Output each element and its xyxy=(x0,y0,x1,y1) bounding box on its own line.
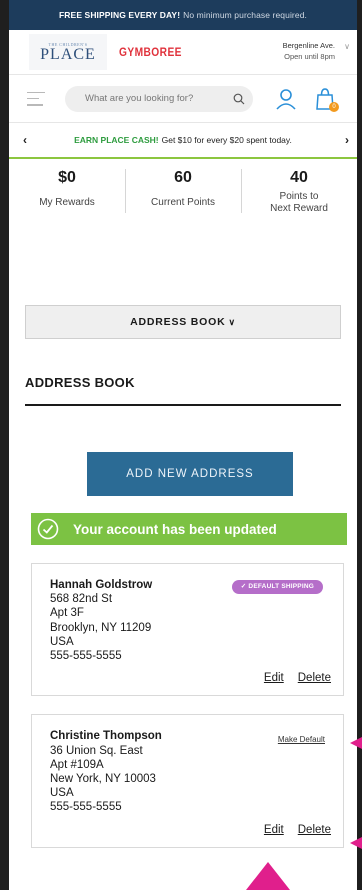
add-new-address-button[interactable]: ADD NEW ADDRESS xyxy=(87,452,293,496)
address-card: ✓ DEFAULT SHIPPING Hannah Goldstrow 568 … xyxy=(31,563,344,697)
stat-label: Points to Next Reward xyxy=(241,191,357,215)
address-city: Brooklyn, NY 11209 xyxy=(50,621,152,634)
address-country: USA xyxy=(50,787,74,800)
stat-my-rewards: $0 My Rewards xyxy=(9,161,125,229)
address-actions: Edit Delete xyxy=(50,823,331,837)
promo-text: No minimum purchase required. xyxy=(183,10,307,20)
search-input[interactable] xyxy=(85,93,225,104)
annotation-arrow-up-icon xyxy=(246,862,290,890)
hamburger-menu-icon[interactable] xyxy=(27,91,45,106)
rewards-stats: $0 My Rewards 60 Current Points 40 Point… xyxy=(9,161,357,229)
cart-count-badge: 0 xyxy=(329,101,339,112)
page-title: ADDRESS BOOK xyxy=(25,375,341,406)
stat-value: $0 xyxy=(58,169,76,186)
address-country: USA xyxy=(50,635,74,648)
chevron-down-icon: ∨ xyxy=(228,316,236,327)
user-account-icon[interactable] xyxy=(275,88,297,110)
check-circle-icon xyxy=(37,518,59,540)
place-cash-highlight: EARN PLACE CASH! xyxy=(74,135,159,145)
store-hours: Open until 8pm xyxy=(284,52,335,61)
edit-link[interactable]: Edit xyxy=(264,672,284,684)
tcp-logo-big: PLACE xyxy=(40,45,96,63)
edit-link[interactable]: Edit xyxy=(264,824,284,836)
address-city: New York, NY 10003 xyxy=(50,773,156,786)
place-cash-banner[interactable]: ‹ EARN PLACE CASH! Get $10 for every $20… xyxy=(9,123,357,159)
promo-banner[interactable]: FREE SHIPPING EVERY DAY! No minimum purc… xyxy=(9,0,357,30)
search-bar: 0 xyxy=(9,75,357,123)
stat-label: Current Points xyxy=(151,197,215,208)
make-default-link[interactable]: Make Default xyxy=(278,733,325,747)
address-phone: 555-555-5555 xyxy=(50,801,122,814)
brand-bar: THE CHILDREN'S PLACE GYMBOREE Bergenline… xyxy=(9,30,357,75)
chevron-left-icon[interactable]: ‹ xyxy=(23,133,27,147)
stat-current-points: 60 Current Points xyxy=(125,161,241,229)
device-frame-right xyxy=(357,0,362,890)
address-book-dropdown[interactable]: ADDRESS BOOK ∨ xyxy=(25,305,341,339)
stat-label-line2: Next Reward xyxy=(270,203,328,214)
stat-label-line1: Points to xyxy=(279,191,319,202)
stat-next-reward: 40 Points to Next Reward xyxy=(241,161,357,229)
search-field[interactable] xyxy=(65,85,253,112)
success-message-text: Your account has been updated xyxy=(73,521,277,537)
success-message: Your account has been updated xyxy=(31,513,347,545)
address-line2: Apt #109A xyxy=(50,758,104,771)
address-line1: 568 82nd St xyxy=(50,593,113,606)
stat-label: My Rewards xyxy=(39,197,95,208)
address-card: Make Default Christine Thompson 36 Union… xyxy=(31,714,344,848)
annotation-arrow-left-icon xyxy=(350,737,362,749)
address-actions: Edit Delete xyxy=(50,671,331,685)
stat-value: 40 xyxy=(290,169,308,186)
place-cash-text: Get $10 for every $20 spent today. xyxy=(161,135,292,145)
chevron-right-icon[interactable]: › xyxy=(345,133,349,147)
shopping-bag-icon[interactable]: 0 xyxy=(315,87,339,112)
store-selector[interactable]: Bergenline Ave. Open until 8pm xyxy=(283,40,335,62)
account-page: FREE SHIPPING EVERY DAY! No minimum purc… xyxy=(9,0,357,890)
search-icon[interactable] xyxy=(233,93,245,105)
annotation-arrow-left-icon xyxy=(350,837,362,849)
delete-link[interactable]: Delete xyxy=(298,824,331,836)
device-frame-left xyxy=(0,0,9,890)
promo-bold: FREE SHIPPING EVERY DAY! xyxy=(59,10,181,20)
default-shipping-badge: ✓ DEFAULT SHIPPING xyxy=(231,580,323,594)
address-line2: Apt 3F xyxy=(50,607,84,620)
address-phone: 555-555-5555 xyxy=(50,650,122,663)
chevron-down-icon[interactable]: ∨ xyxy=(344,42,350,51)
gymboree-logo[interactable]: GYMBOREE xyxy=(119,45,182,59)
tcp-logo[interactable]: THE CHILDREN'S PLACE xyxy=(29,34,107,70)
store-name: Bergenline Ave. xyxy=(282,41,335,50)
address-book-dropdown-label: ADDRESS BOOK xyxy=(130,316,226,328)
delete-link[interactable]: Delete xyxy=(298,672,331,684)
stat-value: 60 xyxy=(174,169,192,186)
